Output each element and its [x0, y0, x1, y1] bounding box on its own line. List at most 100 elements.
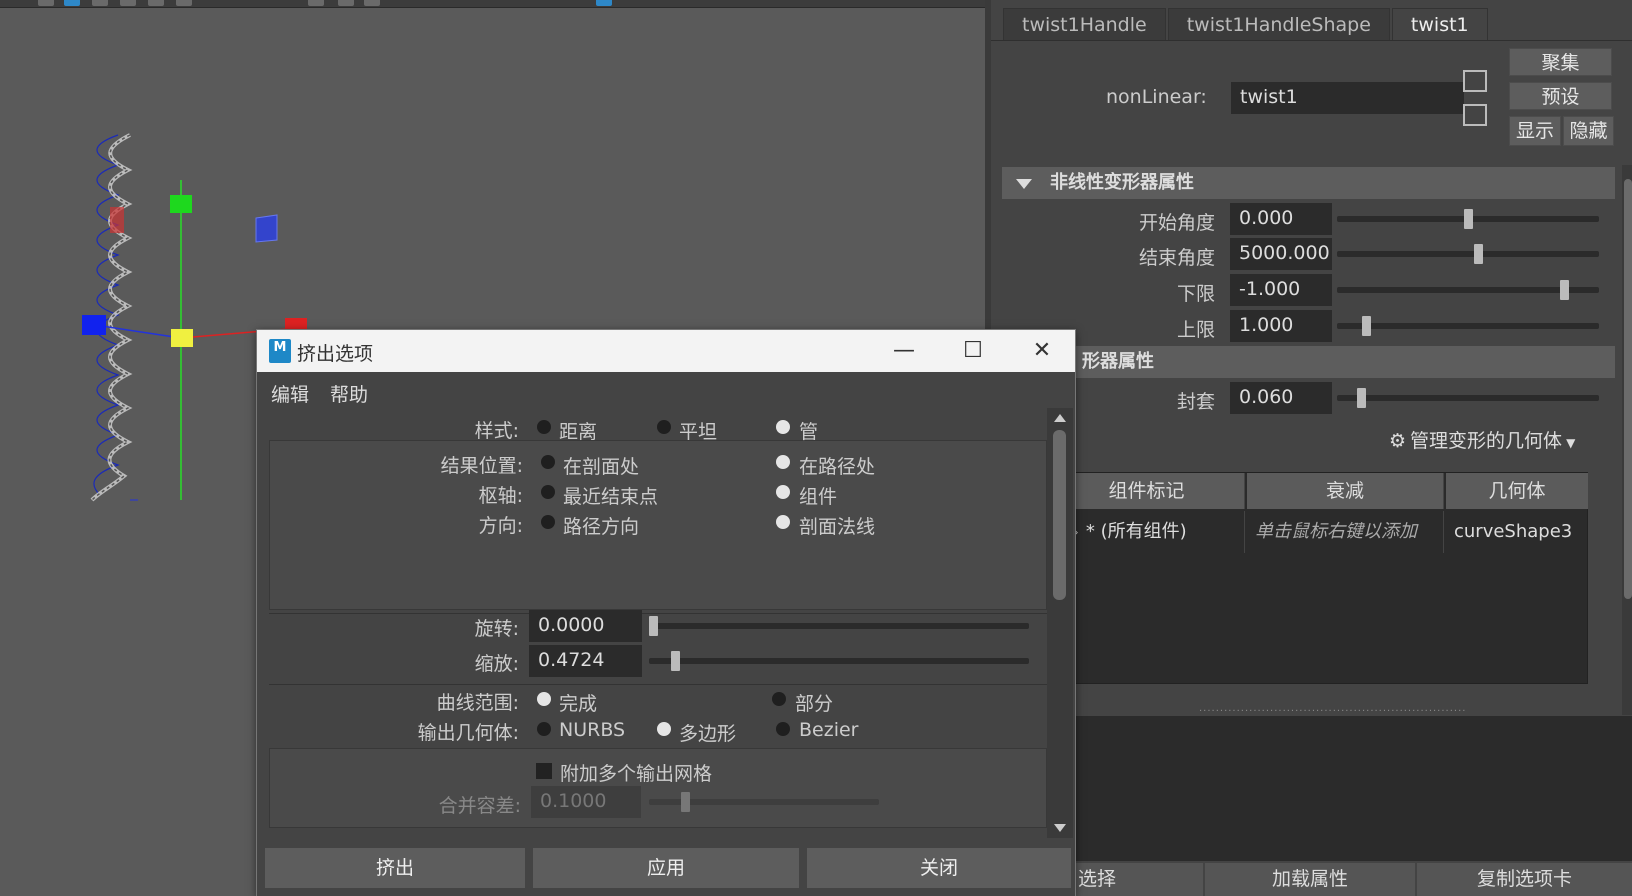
geometry-table: 组件标记 衰减 几何体 🏷* (所有组件) 单击鼠标右键以添加 curveSha… — [1048, 472, 1589, 684]
merge-tolerance-label: 合并容差: — [438, 795, 521, 817]
curve-range-label: 曲线范围: — [436, 692, 519, 714]
slider-handle[interactable] — [1559, 280, 1569, 300]
merge-tolerance-field[interactable]: 0.1000 — [531, 786, 641, 818]
envelope-slider[interactable] — [1337, 395, 1599, 401]
close-icon[interactable]: ✕ — [1027, 336, 1057, 366]
output-option-nurbs: NURBS — [559, 719, 626, 741]
rotation-field[interactable]: 0.0000 — [529, 610, 642, 642]
tab-twist1handleshape[interactable]: twist1HandleShape — [1167, 8, 1390, 40]
slider-handle[interactable] — [1463, 209, 1473, 229]
result-radio-at-profile[interactable] — [541, 455, 555, 469]
apply-button[interactable]: 应用 — [533, 848, 799, 888]
z-axis-handle[interactable] — [82, 315, 106, 335]
show-output-icon[interactable] — [1463, 104, 1487, 126]
curve-range-option-partial: 部分 — [795, 693, 834, 715]
section-title: 形器属性 — [1082, 351, 1154, 372]
maya-window: twist1Handle twist1HandleShape twist1 no… — [0, 0, 1632, 896]
z-axis-line — [94, 324, 182, 339]
slider-handle[interactable] — [671, 651, 681, 671]
hide-button[interactable]: 隐藏 — [1563, 116, 1614, 146]
low-bound-label: 下限 — [1176, 283, 1215, 305]
start-angle-field[interactable]: 0.000 — [1230, 203, 1332, 235]
tab-twist1handle[interactable]: twist1Handle — [1003, 8, 1166, 40]
result-radio-at-path[interactable] — [776, 455, 790, 469]
curve-range-radio-partial[interactable] — [772, 692, 786, 706]
scale-slider[interactable] — [649, 658, 1029, 664]
menu-help[interactable]: 帮助 — [330, 380, 368, 407]
output-radio-bezier[interactable] — [776, 722, 790, 736]
scroll-down-icon[interactable] — [1054, 824, 1066, 832]
tab-twist1[interactable]: twist1 — [1391, 8, 1488, 40]
slider-handle[interactable] — [1357, 388, 1367, 408]
style-label: 样式: — [474, 420, 519, 442]
scale-label: 缩放: — [474, 653, 519, 675]
show-input-icon[interactable] — [1463, 70, 1487, 92]
copy-tab-button[interactable]: 复制选项卡 — [1417, 863, 1632, 896]
high-bound-slider[interactable] — [1337, 323, 1599, 329]
table-header-component[interactable]: 组件标记 — [1049, 473, 1245, 509]
style-radio-tube[interactable] — [776, 420, 790, 434]
splitter-handle[interactable]: ········································… — [1199, 706, 1466, 717]
scroll-thumb[interactable] — [1053, 430, 1066, 600]
rotation-slider[interactable] — [649, 623, 1029, 629]
end-angle-slider[interactable] — [1337, 251, 1599, 257]
nonlinear-name-field[interactable]: twist1 — [1231, 82, 1464, 114]
attach-multiple-checkbox[interactable] — [536, 763, 552, 779]
slider-handle[interactable] — [1473, 244, 1483, 264]
low-bound-field[interactable]: -1.000 — [1230, 274, 1332, 306]
dialog-menubar: 编辑 帮助 — [257, 372, 1075, 408]
dialog-titlebar[interactable]: M 挤出选项 — ☐ ✕ — [257, 330, 1075, 372]
pivot-radio-closest-end[interactable] — [541, 485, 555, 499]
start-angle-label: 开始角度 — [1138, 212, 1215, 234]
scroll-thumb[interactable] — [1624, 179, 1632, 599]
table-cell-falloff[interactable]: 单击鼠标右键以添加 — [1247, 511, 1444, 553]
style-radio-flat[interactable] — [657, 420, 671, 434]
maya-app-icon: M — [269, 339, 291, 363]
slider-handle[interactable] — [681, 792, 690, 812]
presets-button[interactable]: 预设 — [1509, 82, 1612, 110]
section-deformer-attrs[interactable]: 形器属性 — [1002, 346, 1615, 378]
envelope-field[interactable]: 0.060 — [1230, 382, 1332, 414]
component-text: * (所有组件) — [1085, 521, 1187, 542]
style-radio-distance[interactable] — [537, 420, 551, 434]
output-radio-polygon[interactable] — [657, 722, 671, 736]
orientation-radio-path-direction[interactable] — [541, 515, 555, 529]
attr-scrollbar[interactable] — [1622, 165, 1632, 715]
menu-edit[interactable]: 编辑 — [271, 380, 309, 407]
manage-geometry-menu[interactable]: ⚙ 管理变形的几何体 ▼ — [1389, 426, 1575, 453]
table-cell-component[interactable]: 🏷* (所有组件) — [1049, 511, 1245, 553]
close-button[interactable]: 关闭 — [807, 848, 1071, 888]
orientation-radio-profile-normal[interactable] — [776, 515, 790, 529]
pivot-radio-component[interactable] — [776, 485, 790, 499]
section-nonlinear-attrs[interactable]: 非线性变形器属性 — [1002, 167, 1615, 199]
blue-plane-handle[interactable] — [255, 214, 278, 243]
y-axis-handle[interactable] — [170, 195, 192, 213]
extrude-button[interactable]: 挤出 — [265, 848, 525, 888]
show-button[interactable]: 显示 — [1509, 116, 1561, 146]
high-bound-field[interactable]: 1.000 — [1230, 310, 1332, 342]
tab-divider — [991, 40, 1632, 41]
load-attributes-button[interactable]: 加载属性 — [1205, 863, 1415, 896]
center-handle[interactable] — [171, 329, 193, 347]
output-radio-nurbs[interactable] — [537, 722, 551, 736]
collapse-triangle-icon — [1016, 179, 1032, 189]
table-cell-geometry[interactable]: curveShape3 — [1446, 511, 1589, 553]
slider-handle[interactable] — [649, 616, 658, 636]
slider-handle[interactable] — [1362, 316, 1372, 336]
envelope-label: 封套 — [1176, 391, 1215, 413]
end-angle-field[interactable]: 5000.000 — [1230, 238, 1332, 270]
focus-button[interactable]: 聚集 — [1509, 48, 1612, 76]
style-option-tube: 管 — [799, 421, 819, 443]
output-option-polygon: 多边形 — [679, 723, 737, 745]
maximize-icon[interactable]: ☐ — [958, 336, 988, 366]
scale-field[interactable]: 0.4724 — [529, 645, 642, 677]
minimize-icon[interactable]: — — [889, 336, 919, 366]
dialog-footer: 挤出 应用 关闭 — [257, 838, 1075, 896]
scroll-up-icon[interactable] — [1054, 414, 1066, 422]
curve-range-radio-complete[interactable] — [537, 692, 551, 706]
red-handle[interactable] — [110, 207, 124, 233]
table-header-falloff[interactable]: 衰减 — [1247, 473, 1444, 509]
table-header-geometry[interactable]: 几何体 — [1446, 473, 1589, 509]
dialog-scrollbar[interactable] — [1047, 408, 1073, 838]
extrude-options-dialog: M 挤出选项 — ☐ ✕ 编辑 帮助 样式: 距离 平坦 管 结果位置: 在剖面… — [256, 329, 1076, 896]
